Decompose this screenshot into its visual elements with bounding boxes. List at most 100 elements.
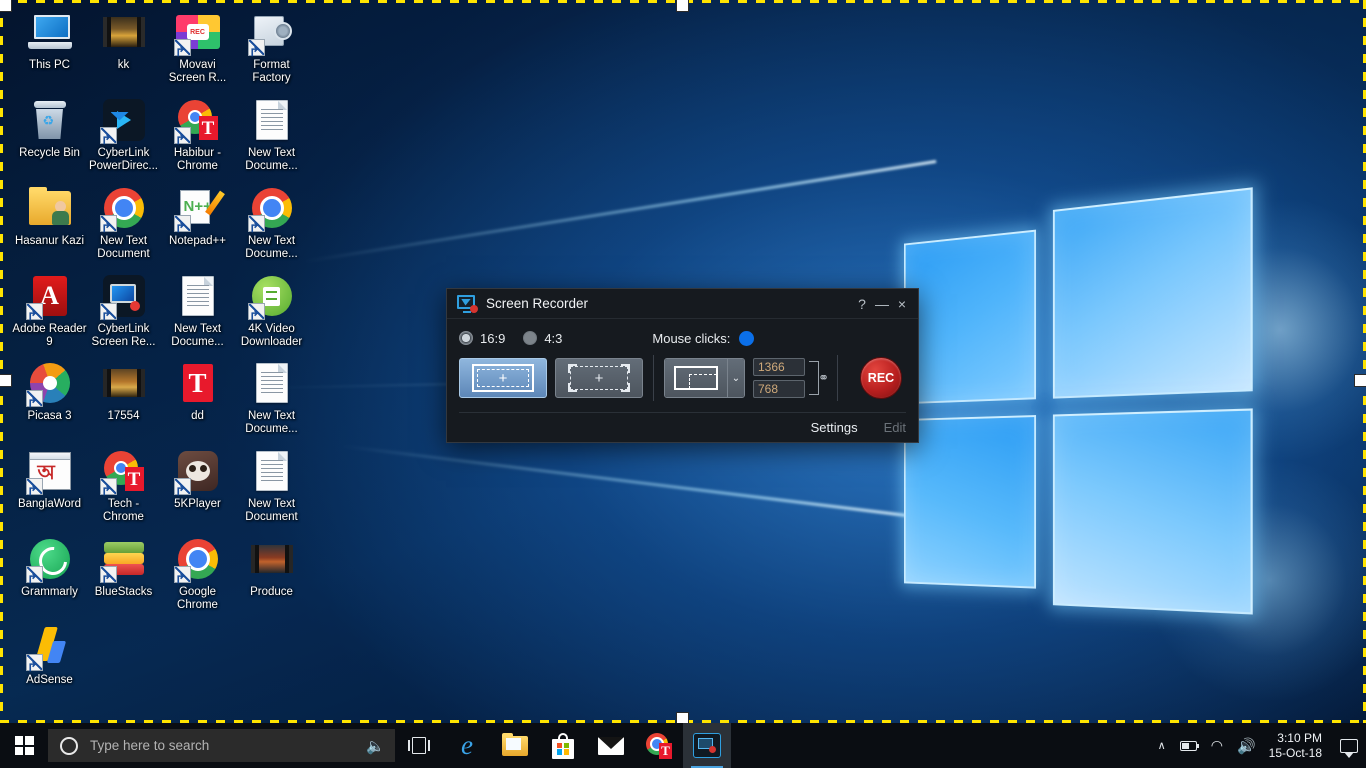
region-plus-symbol: + <box>595 371 604 386</box>
hero-pane-bottom-left <box>904 415 1036 589</box>
desktop-icon[interactable]: অBanglaWord <box>12 447 87 511</box>
taskbar: Type here to search 🔈 e T ∧ ◠ 🔊 3:10 PM 1… <box>0 723 1366 768</box>
desktop-icon[interactable]: AdSense <box>12 623 87 687</box>
taskbar-item-screen-recorder[interactable] <box>683 723 731 768</box>
taskbar-item-microsoft-edge[interactable]: e <box>443 723 491 768</box>
region-preset-preview[interactable] <box>665 359 727 397</box>
desktop-icon[interactable]: THabibur - Chrome <box>160 96 235 173</box>
desktop-icon[interactable]: Tdd <box>160 359 235 423</box>
desktop-icon[interactable]: New Text Document <box>86 184 161 261</box>
desktop-icon[interactable]: New Text Docume... <box>234 96 309 173</box>
close-button[interactable]: × <box>892 293 912 315</box>
taskbar-item-task-view[interactable] <box>395 723 443 768</box>
desktop-icon[interactable]: BlueStacks <box>86 535 161 599</box>
desktop-icon[interactable]: Produce <box>234 535 309 599</box>
chrome-icon <box>248 184 296 232</box>
desktop-icon[interactable]: ♻Recycle Bin <box>12 96 87 160</box>
desktop-icon-label: 5KPlayer <box>174 498 221 511</box>
desktop-icon-label: AdSense <box>26 674 73 687</box>
aspect-radio-16-9[interactable]: 16:9 <box>459 331 505 346</box>
desktop-icon-label: New Text Docume... <box>160 323 235 349</box>
microphone-icon[interactable]: 🔈 <box>366 737 385 755</box>
desktop-icon[interactable]: Hasanur Kazi <box>12 184 87 248</box>
wallpaper-light-beam <box>304 160 937 263</box>
height-input[interactable]: 768 <box>753 380 805 398</box>
mouse-clicks-color-swatch[interactable] <box>739 331 754 346</box>
desktop-icon[interactable]: New Text Docume... <box>234 184 309 261</box>
desktop-icon-label: Produce <box>250 586 293 599</box>
region-preset-glyph <box>674 366 718 390</box>
aspect-link-icon[interactable]: ⚭ <box>807 357 827 399</box>
desktop-icon[interactable]: kk <box>86 8 161 72</box>
desktop-icon[interactable]: RECMovavi Screen R... <box>160 8 235 85</box>
taskbar-item-microsoft-store[interactable] <box>539 723 587 768</box>
chrome-icon: T <box>646 733 672 759</box>
speaker-icon: 🔊 <box>1237 737 1256 755</box>
doc-icon <box>248 447 296 495</box>
picasa-icon <box>26 359 74 407</box>
desktop-icon-label: 17554 <box>108 410 140 423</box>
taskbar-item-mail[interactable] <box>587 723 635 768</box>
gram-icon <box>26 535 74 583</box>
desktop-icon[interactable]: N++Notepad++ <box>160 184 235 248</box>
capture-region-button[interactable]: + <box>555 358 643 398</box>
desktop-icon-label: Grammarly <box>21 586 78 599</box>
taskbar-item-file-explorer[interactable] <box>491 723 539 768</box>
17554-icon <box>100 359 148 407</box>
divider <box>653 355 654 401</box>
settings-link[interactable]: Settings <box>811 420 858 435</box>
desktop-icon[interactable]: AAdobe Reader 9 <box>12 272 87 349</box>
action-center-button[interactable] <box>1332 723 1366 768</box>
tray-expand-button[interactable]: ∧ <box>1151 723 1173 768</box>
desktop-icon[interactable]: New Text Docume... <box>160 272 235 349</box>
screen-recorder-window[interactable]: Screen Recorder ? — × 16:9 4:3 Mouse cli… <box>446 288 919 443</box>
search-input[interactable]: Type here to search <box>90 738 366 753</box>
desktop-icon[interactable]: CyberLink Screen Re... <box>86 272 161 349</box>
help-button[interactable]: ? <box>852 293 872 315</box>
battery-status[interactable] <box>1173 723 1204 768</box>
desktop-icon[interactable]: 17554 <box>86 359 161 423</box>
desktop-icon-label: Adobe Reader 9 <box>12 323 87 349</box>
desktop-icon[interactable]: Google Chrome <box>160 535 235 612</box>
desktop-icon[interactable]: Format Factory <box>234 8 309 85</box>
desktop-icon[interactable]: TTech - Chrome <box>86 447 161 524</box>
taskbar-search-box[interactable]: Type here to search 🔈 <box>48 729 395 762</box>
desktop-icon[interactable]: New Text Document <box>234 447 309 524</box>
desktop-icon[interactable]: Grammarly <box>12 535 87 599</box>
start-button[interactable] <box>0 723 48 768</box>
cortana-icon <box>60 737 78 755</box>
desktop-icon-label: New Text Docume... <box>234 147 309 173</box>
desktop-icon-label: Habibur - Chrome <box>160 147 235 173</box>
desktop-icon-label: Notepad++ <box>169 235 226 248</box>
dimension-fields: 1366 768 <box>753 358 805 398</box>
desktop-icon-label: New Text Docume... <box>234 410 309 436</box>
network-status[interactable]: ◠ <box>1204 723 1230 768</box>
desktop-icon[interactable]: This PC <box>12 8 87 72</box>
desktop-icon[interactable]: Picasa 3 <box>12 359 87 423</box>
link-glyph: ⚭ <box>818 370 829 386</box>
desktop-icon[interactable]: New Text Docume... <box>234 359 309 436</box>
chevron-down-icon[interactable]: ⌄ <box>727 359 744 397</box>
bangla-icon: অ <box>26 447 74 495</box>
edit-link: Edit <box>884 420 906 435</box>
file-explorer-icon <box>502 736 528 756</box>
clock[interactable]: 3:10 PM 15-Oct-18 <box>1263 731 1332 761</box>
task-view-icon <box>408 737 430 754</box>
capture-fullscreen-button[interactable]: + <box>459 358 547 398</box>
microsoft-edge-icon: e <box>461 732 473 759</box>
notification-icon <box>1340 739 1358 753</box>
desktop-icon[interactable]: CyberLink PowerDirec... <box>86 96 161 173</box>
window-titlebar[interactable]: Screen Recorder ? — × <box>447 289 918 319</box>
fullscreen-glyph: + <box>472 364 534 392</box>
desktop-icon-label: New Text Document <box>86 235 161 261</box>
desktop-icon[interactable]: 5KPlayer <box>160 447 235 511</box>
width-input[interactable]: 1366 <box>753 358 805 376</box>
region-preset-dropdown[interactable]: ⌄ <box>664 358 745 398</box>
taskbar-item-chrome[interactable]: T <box>635 723 683 768</box>
mouse-clicks-group: Mouse clicks: <box>652 331 754 346</box>
volume-status[interactable]: 🔊 <box>1230 723 1263 768</box>
aspect-radio-4-3[interactable]: 4:3 <box>523 331 562 346</box>
minimize-button[interactable]: — <box>872 293 892 315</box>
record-button[interactable]: REC <box>860 357 902 399</box>
desktop-icon[interactable]: 4K Video Downloader <box>234 272 309 349</box>
